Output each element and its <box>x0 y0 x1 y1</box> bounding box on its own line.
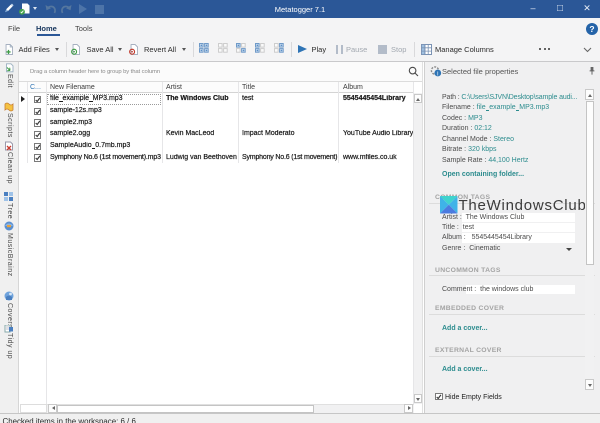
svg-text:i: i <box>437 71 438 77</box>
